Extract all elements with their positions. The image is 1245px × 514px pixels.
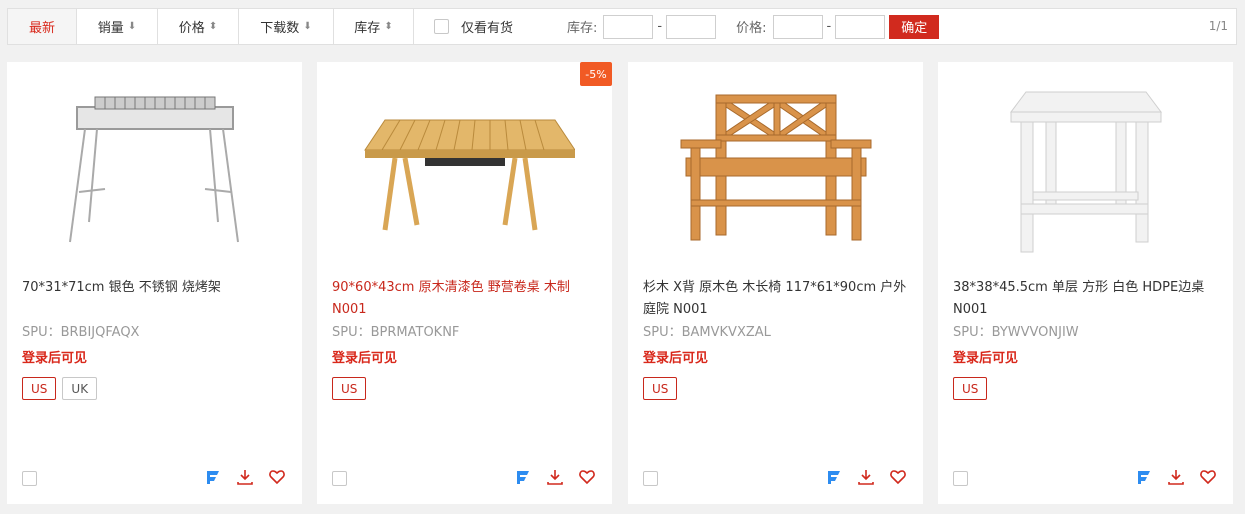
price-range-label: 价格: bbox=[736, 21, 767, 36]
price-min-input[interactable] bbox=[772, 14, 823, 39]
product-title[interactable]: 90*60*43cm 原木清漆色 野营卷桌 木制 N001 bbox=[332, 277, 600, 321]
product-title[interactable]: 杉木 X背 原木色 木长椅 117*61*90cm 户外庭院 N001 bbox=[643, 277, 911, 321]
heart-icon[interactable] bbox=[578, 468, 596, 486]
brand-f-icon[interactable] bbox=[825, 468, 843, 486]
brand-f-icon[interactable] bbox=[204, 468, 222, 486]
sort-desc-icon: ⬇ bbox=[303, 21, 312, 32]
region-tag-uk: UK bbox=[62, 377, 98, 400]
product-card[interactable]: -5% 90*60*43cm 原木清漆色 野营卷桌 木制 N001 SPU：BP… bbox=[317, 62, 612, 504]
discount-badge: -5% bbox=[580, 62, 612, 86]
stock-max-input[interactable] bbox=[666, 14, 717, 39]
in-stock-label: 仅看有货 bbox=[461, 21, 514, 36]
price-login-notice: 登录后可见 bbox=[22, 351, 88, 366]
region-tag-us: US bbox=[953, 377, 988, 400]
card-actions bbox=[204, 468, 286, 486]
download-icon[interactable] bbox=[1167, 468, 1185, 486]
download-icon[interactable] bbox=[857, 468, 875, 486]
download-icon[interactable] bbox=[236, 468, 254, 486]
select-checkbox[interactable] bbox=[332, 471, 347, 486]
price-login-notice: 登录后可见 bbox=[332, 351, 398, 366]
filter-bar: 最新 销量 ⬇ 价格 ⬍ 下载数 ⬇ 库存 ⬍ 仅看有货 库存: - 价格: -… bbox=[7, 8, 1237, 45]
page-indicator: 1/1 bbox=[1208, 19, 1228, 33]
region-tag-us: US bbox=[332, 377, 367, 400]
region-tag-us: US bbox=[643, 377, 678, 400]
region-tag-us: US bbox=[22, 377, 57, 400]
stock-min-input[interactable] bbox=[603, 14, 654, 39]
sort-label: 下载数 bbox=[260, 21, 300, 36]
brand-f-icon[interactable] bbox=[1135, 468, 1153, 486]
sort-label: 最新 bbox=[28, 21, 55, 36]
sort-label: 销量 bbox=[97, 21, 124, 36]
card-actions bbox=[825, 468, 907, 486]
region-tags: US UK bbox=[22, 377, 98, 400]
product-card[interactable]: 38*38*45.5cm 单层 方形 白色 HDPE边桌 N001 SPU：BY… bbox=[938, 62, 1233, 504]
sort-newest[interactable]: 最新 bbox=[8, 9, 77, 44]
product-title[interactable]: 70*31*71cm 银色 不锈钢 烧烤架 bbox=[22, 277, 290, 299]
sort-price[interactable]: 价格 ⬍ bbox=[158, 9, 239, 44]
select-checkbox[interactable] bbox=[643, 471, 658, 486]
heart-icon[interactable] bbox=[889, 468, 907, 486]
sort-toggle-icon: ⬍ bbox=[384, 21, 393, 32]
product-card[interactable]: 杉木 X背 原木色 木长椅 117*61*90cm 户外庭院 N001 SPU：… bbox=[628, 62, 923, 504]
sort-desc-icon: ⬇ bbox=[127, 21, 137, 32]
region-tags: US bbox=[332, 377, 367, 400]
sort-sales[interactable]: 销量 ⬇ bbox=[77, 9, 158, 44]
card-actions bbox=[514, 468, 596, 486]
heart-icon[interactable] bbox=[268, 468, 286, 486]
product-spu: SPU：BAMVKVXZAL bbox=[643, 325, 771, 340]
product-spu: SPU：BRBIJQFAQX bbox=[22, 325, 140, 340]
brand-f-icon[interactable] bbox=[514, 468, 532, 486]
sort-toggle-icon: ⬍ bbox=[208, 21, 218, 32]
sort-stock[interactable]: 库存 ⬍ bbox=[334, 9, 414, 44]
side-table-image[interactable] bbox=[938, 62, 1233, 267]
product-card[interactable]: 70*31*71cm 银色 不锈钢 烧烤架 SPU：BRBIJQFAQX 登录后… bbox=[7, 62, 302, 504]
product-spu: SPU：BYWVVONJIW bbox=[953, 325, 1079, 340]
range-dash: - bbox=[826, 19, 832, 34]
product-title[interactable]: 38*38*45.5cm 单层 方形 白色 HDPE边桌 N001 bbox=[953, 277, 1221, 321]
card-actions bbox=[1135, 468, 1217, 486]
in-stock-checkbox[interactable] bbox=[434, 19, 449, 34]
in-stock-filter[interactable]: 仅看有货 bbox=[434, 17, 513, 36]
select-checkbox[interactable] bbox=[22, 471, 37, 486]
stock-range-label: 库存: bbox=[567, 21, 598, 36]
confirm-button[interactable]: 确定 bbox=[889, 14, 940, 39]
price-login-notice: 登录后可见 bbox=[953, 351, 1019, 366]
region-tags: US bbox=[643, 377, 678, 400]
wooden-bench-image[interactable] bbox=[628, 62, 923, 267]
sort-label: 库存 bbox=[354, 21, 381, 36]
sort-downloads[interactable]: 下载数 ⬇ bbox=[239, 9, 334, 44]
heart-icon[interactable] bbox=[1199, 468, 1217, 486]
price-max-input[interactable] bbox=[835, 14, 886, 39]
price-login-notice: 登录后可见 bbox=[643, 351, 709, 366]
range-dash: - bbox=[657, 19, 663, 34]
sort-label: 价格 bbox=[178, 21, 205, 36]
camping-table-image[interactable] bbox=[317, 62, 612, 267]
bbq-grill-image[interactable] bbox=[7, 62, 302, 267]
select-checkbox[interactable] bbox=[953, 471, 968, 486]
product-spu: SPU：BPRMATOKNF bbox=[332, 325, 460, 340]
region-tags: US bbox=[953, 377, 988, 400]
download-icon[interactable] bbox=[546, 468, 564, 486]
